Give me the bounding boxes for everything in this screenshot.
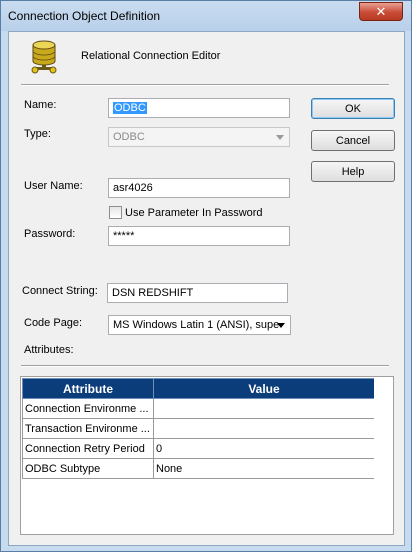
attribute-value-cell[interactable]: None	[153, 458, 375, 479]
code-page-select[interactable]: MS Windows Latin 1 (ANSI), supe	[108, 315, 291, 335]
cancel-button-label: Cancel	[335, 134, 371, 147]
table-row[interactable]: ODBC Subtype None	[22, 458, 375, 479]
attribute-name-cell: Transaction Environme ...	[22, 418, 154, 439]
attribute-value-cell[interactable]	[153, 398, 375, 419]
chevron-down-icon	[277, 323, 285, 328]
use-parameter-checkbox[interactable]	[109, 206, 122, 219]
username-input[interactable]: asr4026	[108, 178, 290, 198]
connect-string-value: DSN REDSHIFT	[112, 287, 194, 299]
attribute-name-cell: Connection Environme ...	[22, 398, 154, 419]
cancel-button[interactable]: Cancel	[311, 130, 395, 151]
code-page-label: Code Page:	[24, 317, 83, 329]
username-label: User Name:	[24, 180, 83, 192]
use-parameter-label[interactable]: Use Parameter In Password	[125, 207, 263, 219]
header-divider	[21, 84, 389, 86]
type-select[interactable]: ODBC	[108, 127, 290, 147]
code-page-value: MS Windows Latin 1 (ANSI), supe	[113, 319, 280, 331]
attributes-grid[interactable]: Attribute Value Connection Environme ...…	[20, 376, 394, 535]
attribute-name-cell: ODBC Subtype	[22, 458, 154, 479]
table-row[interactable]: Connection Retry Period 0	[22, 438, 375, 459]
grid-empty-area	[374, 378, 393, 533]
password-input-value: *****	[113, 230, 135, 242]
ok-button[interactable]: OK	[311, 98, 395, 119]
close-button[interactable]: ✕	[359, 2, 403, 21]
table-header-row: Attribute Value	[22, 378, 375, 399]
editor-title: Relational Connection Editor	[81, 50, 221, 62]
attributes-table: Attribute Value Connection Environme ...…	[22, 378, 375, 479]
title-bar[interactable]: Connection Object Definition ✕	[1, 1, 411, 31]
attribute-value-cell[interactable]: 0	[153, 438, 375, 459]
help-button[interactable]: Help	[311, 161, 395, 182]
chevron-down-icon	[276, 135, 284, 140]
close-icon: ✕	[375, 3, 387, 19]
table-row[interactable]: Transaction Environme ...	[22, 418, 375, 439]
column-header-value[interactable]: Value	[153, 378, 375, 399]
attributes-divider	[21, 365, 389, 367]
window-title: Connection Object Definition	[8, 9, 161, 23]
name-label: Name:	[24, 99, 57, 111]
dialog-window: Connection Object Definition ✕ Relationa…	[0, 0, 412, 552]
type-label: Type:	[24, 128, 51, 140]
dialog-client-area: Relational Connection Editor Name: ODBC …	[8, 31, 405, 546]
column-header-attribute[interactable]: Attribute	[22, 378, 154, 399]
attribute-value-cell[interactable]	[153, 418, 375, 439]
password-input[interactable]: *****	[108, 226, 290, 246]
password-label: Password:	[24, 228, 76, 240]
connect-string-label: Connect String:	[22, 285, 98, 297]
connect-string-input[interactable]: DSN REDSHIFT	[107, 283, 288, 303]
database-icon	[31, 40, 57, 74]
ok-button-label: OK	[345, 102, 361, 115]
help-button-label: Help	[341, 165, 365, 178]
name-input[interactable]: ODBC	[108, 98, 290, 118]
editor-header: Relational Connection Editor	[9, 32, 404, 82]
attributes-label: Attributes:	[24, 344, 74, 356]
name-input-value: ODBC	[113, 102, 147, 114]
username-input-value: asr4026	[113, 182, 153, 194]
table-row[interactable]: Connection Environme ...	[22, 398, 375, 419]
attribute-name-cell: Connection Retry Period	[22, 438, 154, 459]
type-select-value: ODBC	[113, 131, 145, 143]
